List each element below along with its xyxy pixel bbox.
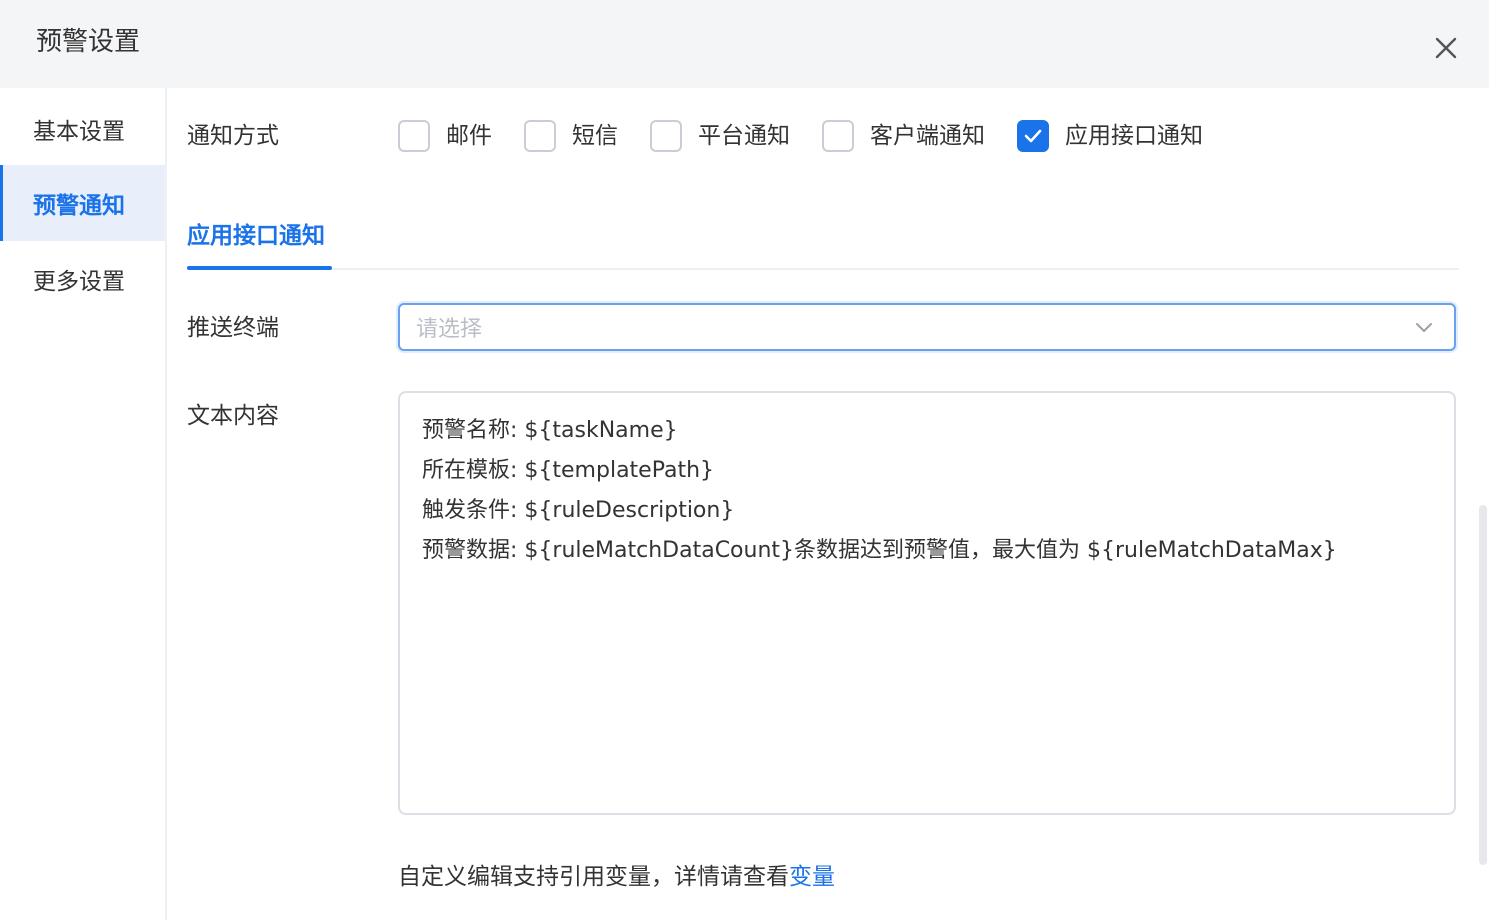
sidebar-item-label: 基本设置 — [33, 119, 125, 145]
tab-active-indicator — [187, 266, 332, 270]
push-terminal-select[interactable]: 请选择 — [398, 303, 1456, 351]
sidebar-item-basic-settings[interactable]: 基本设置 — [0, 91, 165, 167]
dialog-header: 预警设置 — [0, 0, 1489, 88]
checkbox-api-notification[interactable]: 应用接口通知 — [1017, 119, 1203, 153]
tab-api-notification[interactable]: 应用接口通知 — [187, 219, 325, 271]
sidebar-item-warning-notification[interactable]: 预警通知 — [0, 165, 165, 241]
variable-hint: 自定义编辑支持引用变量，详情请查看变量 — [398, 860, 835, 894]
checkbox-box[interactable] — [524, 120, 556, 152]
checkbox-client-notification[interactable]: 客户端通知 — [822, 119, 985, 153]
checkbox-box[interactable] — [822, 120, 854, 152]
checkbox-platform-notification[interactable]: 平台通知 — [650, 119, 790, 153]
notification-method-group: 邮件 短信 平台通知 客户端通知 应用接口通知 — [398, 116, 1235, 156]
text-line: 所在模板: ${templatePath} — [422, 458, 715, 483]
checkbox-label: 短信 — [572, 123, 618, 149]
checkbox-label: 应用接口通知 — [1065, 123, 1203, 149]
text-line: 预警名称: ${taskName} — [422, 418, 678, 443]
text-content-textarea[interactable]: 预警名称: ${taskName} 所在模板: ${templatePath} … — [398, 391, 1456, 815]
settings-sidebar: 基本设置 预警通知 更多设置 — [0, 88, 167, 920]
notification-method-label: 通知方式 — [187, 123, 279, 149]
checkbox-box[interactable] — [398, 120, 430, 152]
checkbox-box[interactable] — [650, 120, 682, 152]
checkbox-label: 客户端通知 — [870, 123, 985, 149]
checkbox-sms[interactable]: 短信 — [524, 119, 618, 153]
text-line: 触发条件: ${ruleDescription} — [422, 498, 735, 523]
checkbox-label: 邮件 — [446, 123, 492, 149]
select-placeholder: 请选择 — [416, 317, 483, 342]
push-terminal-label: 推送终端 — [187, 315, 279, 341]
variable-link[interactable]: 变量 — [789, 864, 835, 890]
text-content-label: 文本内容 — [187, 403, 279, 429]
checkbox-box[interactable] — [1017, 120, 1049, 152]
tab-divider — [187, 268, 1459, 270]
checkbox-label: 平台通知 — [698, 123, 790, 149]
sidebar-item-more-settings[interactable]: 更多设置 — [0, 241, 165, 317]
close-icon — [1435, 37, 1457, 59]
sidebar-item-label: 预警通知 — [33, 193, 125, 219]
close-button[interactable] — [1428, 30, 1464, 66]
check-icon — [1024, 129, 1042, 143]
hint-text: 自定义编辑支持引用变量，详情请查看 — [398, 864, 789, 890]
scrollbar[interactable] — [1479, 505, 1487, 865]
warning-settings-dialog: 预警设置 基本设置 预警通知 更多设置 通知方式 邮件 短信 平台通知 客户端通… — [0, 0, 1489, 920]
text-line: 预警数据: ${ruleMatchDataCount}条数据达到预警值，最大值为… — [422, 538, 1337, 563]
sidebar-item-label: 更多设置 — [33, 269, 125, 295]
chevron-down-icon — [1416, 323, 1432, 332]
checkbox-email[interactable]: 邮件 — [398, 119, 492, 153]
dialog-title: 预警设置 — [36, 27, 141, 57]
